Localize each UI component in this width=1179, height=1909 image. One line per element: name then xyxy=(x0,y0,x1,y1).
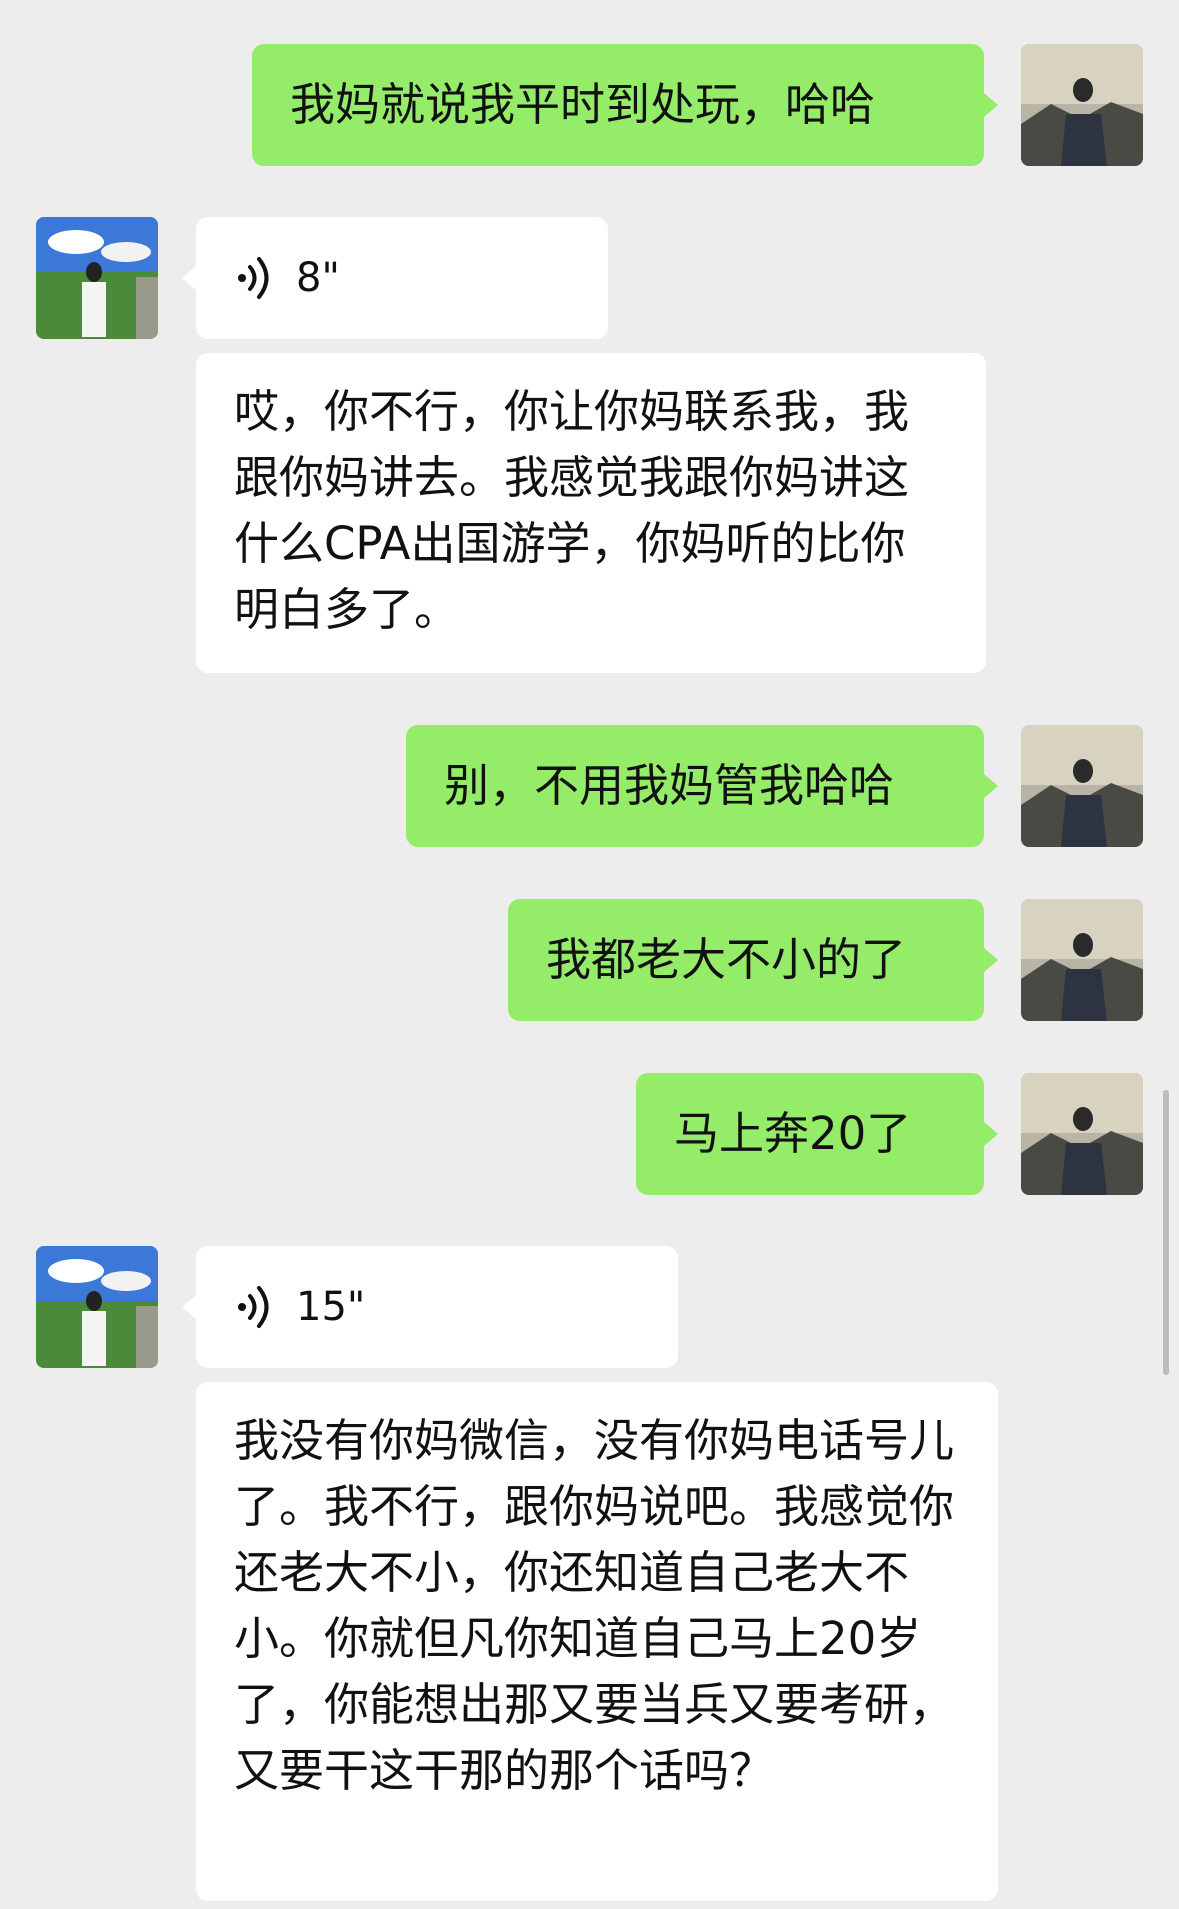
self-avatar[interactable] xyxy=(1021,725,1143,847)
bubble-tail xyxy=(984,948,998,972)
contact-avatar-image xyxy=(36,1246,158,1368)
message-text: 我妈就说我平时到处玩，哈哈 xyxy=(290,78,876,131)
voice-message[interactable]: 8" xyxy=(196,217,608,339)
bubble-tail xyxy=(984,93,998,117)
message-text: 我都老大不小的了 xyxy=(546,933,907,986)
message-text: 我没有你妈微信，没有你妈电话号儿了。我不行，跟你妈说吧。我感觉你还老大不小，你还… xyxy=(234,1414,955,1797)
message-text: 马上奔20了 xyxy=(674,1107,912,1160)
self-avatar-image xyxy=(1021,44,1143,166)
message-bubble-outgoing[interactable]: 马上奔20了 xyxy=(636,1073,984,1195)
voice-wave-icon xyxy=(238,1286,269,1328)
contact-avatar-image xyxy=(36,217,158,339)
voice-duration: 15" xyxy=(296,1284,366,1330)
self-avatar[interactable] xyxy=(1021,1073,1143,1195)
message-text: 哎，你不行，你让你妈联系我，我跟你妈讲去。我感觉我跟你妈讲这什么CPA出国游学，… xyxy=(234,385,910,636)
contact-avatar[interactable] xyxy=(36,1246,158,1368)
self-avatar-image xyxy=(1021,899,1143,1021)
message-bubble-outgoing[interactable]: 我都老大不小的了 xyxy=(508,899,984,1021)
bubble-tail xyxy=(182,266,196,290)
self-avatar[interactable] xyxy=(1021,44,1143,166)
voice-wave-icon xyxy=(238,257,269,299)
bubble-tail xyxy=(182,1295,196,1319)
self-avatar[interactable] xyxy=(1021,899,1143,1021)
message-bubble-incoming[interactable]: 我没有你妈微信，没有你妈电话号儿了。我不行，跟你妈说吧。我感觉你还老大不小，你还… xyxy=(196,1382,998,1901)
message-text: 别，不用我妈管我哈哈 xyxy=(444,759,895,812)
contact-avatar[interactable] xyxy=(36,217,158,339)
message-bubble-incoming[interactable]: 哎，你不行，你让你妈联系我，我跟你妈讲去。我感觉我跟你妈讲这什么CPA出国游学，… xyxy=(196,353,986,673)
message-bubble-outgoing[interactable]: 别，不用我妈管我哈哈 xyxy=(406,725,984,847)
scrollbar[interactable] xyxy=(1163,1090,1169,1375)
bubble-tail xyxy=(984,774,998,798)
bubble-tail xyxy=(984,1122,998,1146)
message-bubble-outgoing[interactable]: 我妈就说我平时到处玩，哈哈 xyxy=(252,44,984,166)
voice-message[interactable]: 15" xyxy=(196,1246,678,1368)
self-avatar-image xyxy=(1021,725,1143,847)
voice-duration: 8" xyxy=(296,255,340,301)
self-avatar-image xyxy=(1021,1073,1143,1195)
